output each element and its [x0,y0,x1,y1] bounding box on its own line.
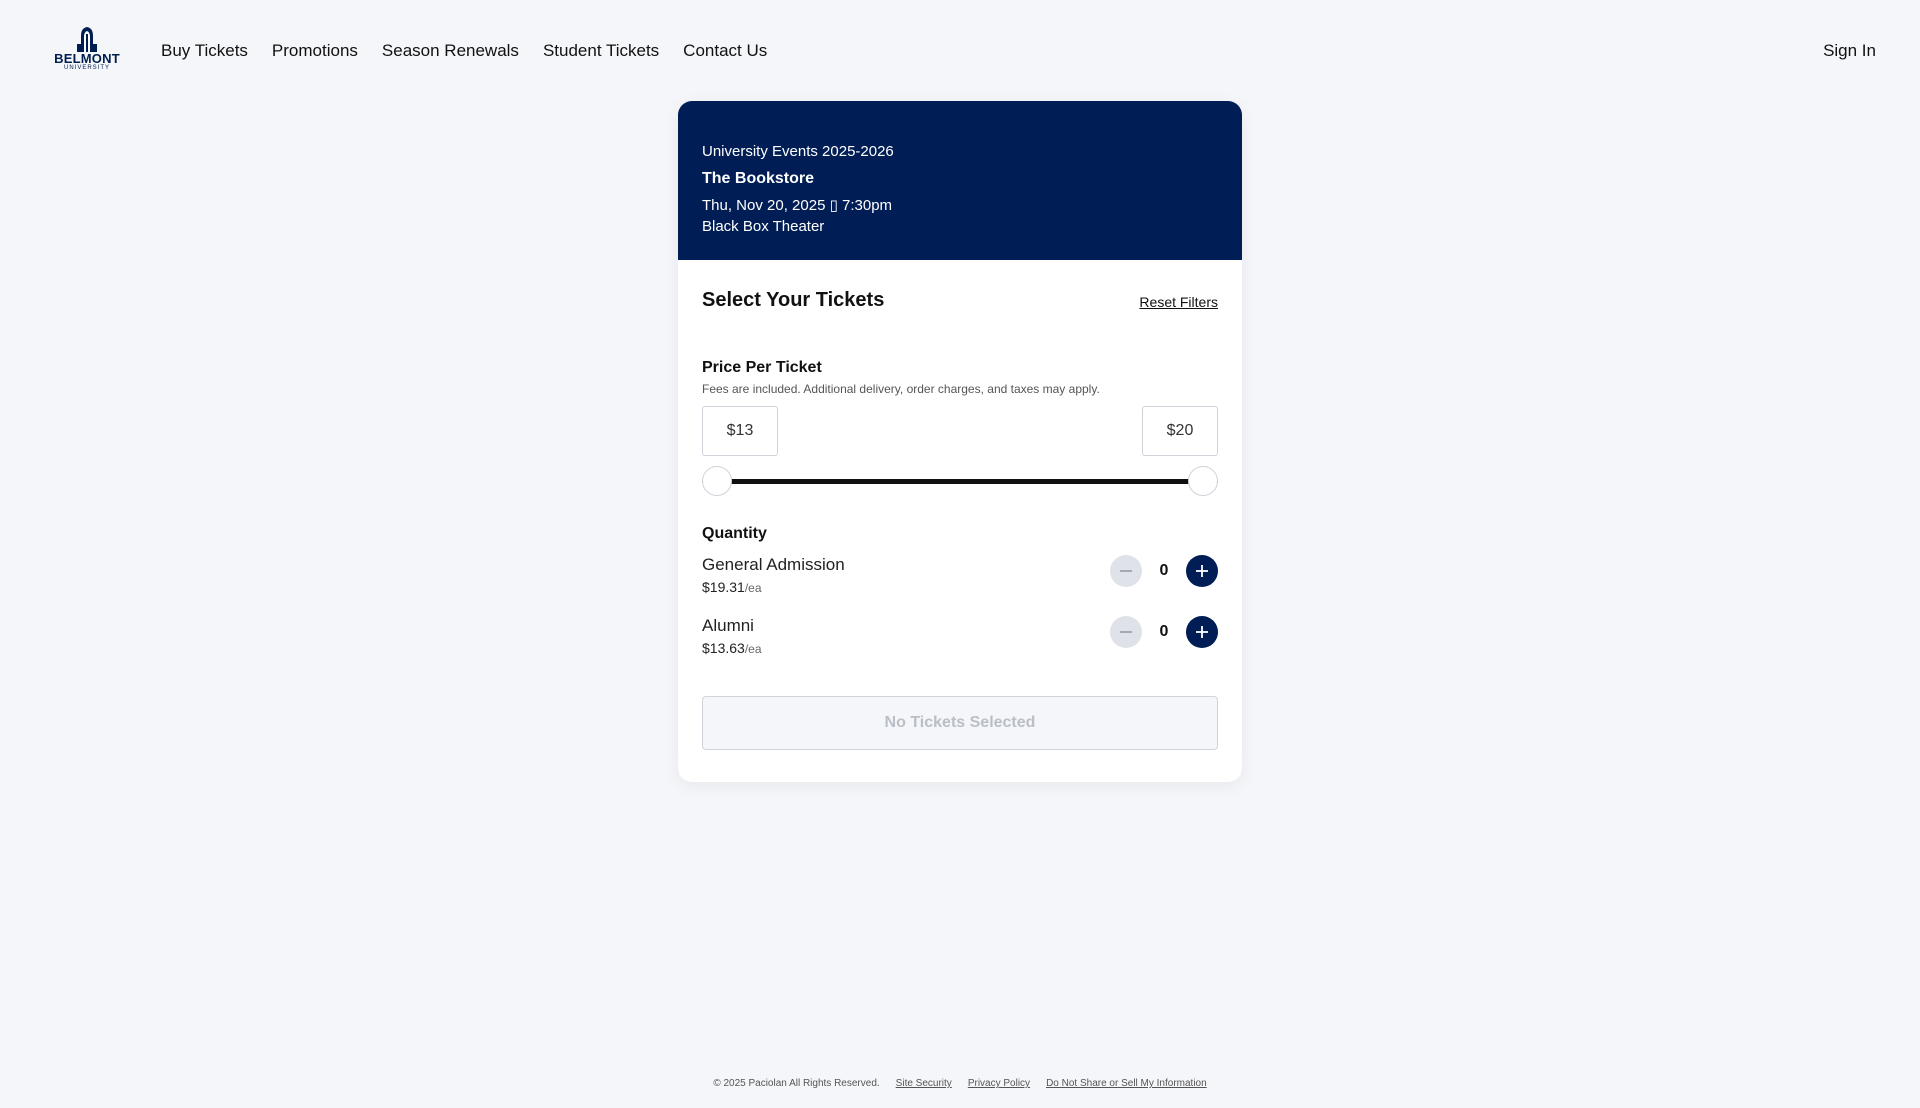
decrease-quantity-button[interactable] [1110,616,1142,648]
event-title: The Bookstore [702,170,815,187]
nav-season-renewals[interactable]: Season Renewals [382,40,519,62]
sign-in-link[interactable]: Sign In [1823,40,1876,62]
reset-filters-link[interactable]: Reset Filters [1139,294,1218,310]
slider-max-handle[interactable] [1188,466,1218,496]
ticket-type-row: Alumni $13.63/ea 0 [702,616,1218,677]
nav-contact-us[interactable]: Contact Us [683,40,767,62]
ticket-selection-card: University Events 2025-2026 The Bookstor… [678,101,1242,782]
ticket-type-row: General Admission $19.31/ea 0 [702,555,1218,616]
page-footer: © 2025 Paciolan All Rights Reserved. Sit… [0,1078,1920,1089]
price-range-slider[interactable] [702,466,1218,496]
ticket-price-unit: /ea [744,581,762,595]
ticket-form: Select Your Tickets Reset Filters Price … [678,260,1242,750]
decrease-quantity-button[interactable] [1110,555,1142,587]
belmont-logo[interactable]: BELMONT UNIVERSITY [54,26,120,76]
copyright-text: © 2025 Paciolan All Rights Reserved. [713,1078,880,1089]
min-price-field[interactable]: $13 [702,406,778,456]
increase-quantity-button[interactable] [1186,555,1218,587]
tower-icon [77,27,97,52]
nav-student-tickets[interactable]: Student Tickets [543,40,659,62]
fees-note: Fees are included. Additional delivery, … [702,382,1100,396]
quantity-stepper: 0 [1110,616,1218,648]
footer-link-site-security[interactable]: Site Security [896,1078,952,1089]
event-venue: Black Box Theater [702,218,825,235]
event-header: University Events 2025-2026 The Bookstor… [678,101,1242,260]
plus-icon [1196,626,1208,638]
quantity-value: 0 [1159,623,1169,640]
quantity-stepper: 0 [1110,555,1218,587]
event-series: University Events 2025-2026 [702,143,894,160]
nav-buy-tickets[interactable]: Buy Tickets [161,40,248,62]
logo-wordmark: BELMONT [54,51,120,66]
price-range-inputs: $13 $20 [702,406,1218,456]
minus-icon [1120,570,1132,572]
footer-link-privacy-policy[interactable]: Privacy Policy [968,1078,1030,1089]
minus-icon [1120,631,1132,633]
quantity-label: Quantity [702,525,767,542]
price-per-ticket-label: Price Per Ticket [702,359,822,376]
plus-icon [1196,565,1208,577]
top-navigation-bar: BELMONT UNIVERSITY Buy Tickets Promotion… [0,0,1920,100]
quantity-value: 0 [1159,562,1169,579]
slider-min-handle[interactable] [702,466,732,496]
main-nav: Buy Tickets Promotions Season Renewals S… [161,40,767,62]
slider-track [702,479,1218,484]
no-tickets-selected-button[interactable]: No Tickets Selected [702,696,1218,750]
ticket-price-value: $13.63 [702,640,745,656]
ticket-price-unit: /ea [744,642,762,656]
footer-link-do-not-sell[interactable]: Do Not Share or Sell My Information [1046,1078,1207,1089]
logo-subtitle: UNIVERSITY [63,65,110,71]
max-price-field[interactable]: $20 [1142,406,1218,456]
ticket-price-value: $19.31 [702,579,745,595]
event-datetime: Thu, Nov 20, 2025 ▯ 7:30pm [702,197,893,214]
increase-quantity-button[interactable] [1186,616,1218,648]
nav-promotions[interactable]: Promotions [272,40,358,62]
